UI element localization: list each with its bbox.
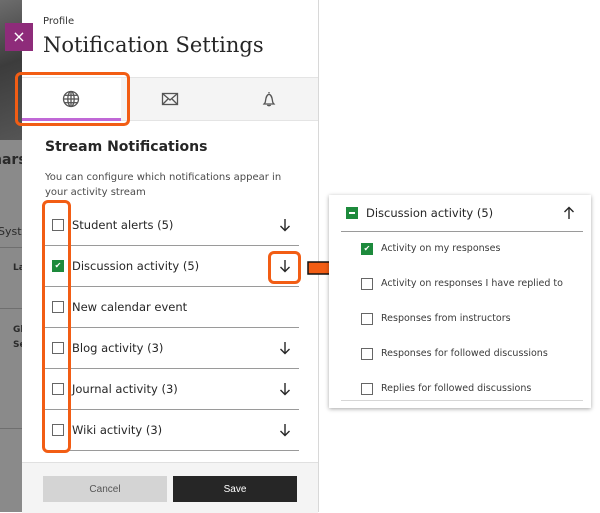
callout-title: Discussion activity (5): [366, 206, 494, 220]
breadcrumb[interactable]: Profile: [43, 16, 74, 27]
background-text: Se: [13, 340, 22, 350]
sub-option-row: Activity on my responses: [359, 231, 579, 266]
background-divider: [0, 428, 22, 429]
checkbox[interactable]: [52, 424, 64, 436]
section-title: Stream Notifications: [45, 139, 208, 155]
checkbox[interactable]: [361, 347, 373, 360]
sub-option-label: Responses for followed discussions: [381, 348, 548, 359]
checkbox[interactable]: [52, 219, 64, 231]
expand-button[interactable]: [275, 420, 295, 440]
sub-option-row: Responses for followed discussions: [359, 336, 579, 371]
tab-push[interactable]: [219, 78, 318, 120]
notification-row: Student alerts (5): [45, 205, 299, 246]
checkbox[interactable]: [52, 342, 64, 354]
background-divider: [0, 308, 22, 309]
notification-label: New calendar event: [72, 300, 188, 314]
close-button[interactable]: ×: [5, 23, 33, 51]
tab-email[interactable]: [121, 78, 220, 120]
expand-button[interactable]: [275, 379, 295, 399]
sub-option-label: Activity on my responses: [381, 243, 501, 254]
callout-options: Activity on my responses Activity on res…: [359, 231, 579, 406]
callout-divider: [341, 400, 583, 401]
sub-option-row: Responses from instructors: [359, 301, 579, 336]
collapse-button[interactable]: [559, 203, 579, 223]
notification-tabs: [22, 77, 318, 121]
notification-row: Blog activity (3): [45, 328, 299, 369]
background-text: Gl: [13, 325, 22, 335]
background-page: nars Syst La Gl Se: [0, 0, 22, 512]
checkbox[interactable]: [52, 260, 64, 272]
cancel-button[interactable]: Cancel: [43, 476, 167, 502]
arrow-down-icon: [280, 260, 290, 273]
sub-option-label: Replies for followed discussions: [381, 383, 532, 394]
callout-header: Discussion activity (5): [341, 195, 583, 232]
notification-label: Wiki activity (3): [72, 423, 163, 437]
checkbox[interactable]: [52, 301, 64, 313]
notification-label: Blog activity (3): [72, 341, 164, 355]
notification-row: New calendar event: [45, 287, 299, 328]
notification-label: Student alerts (5): [72, 218, 174, 232]
envelope-icon: [161, 92, 179, 106]
notification-row: Journal activity (3): [45, 369, 299, 410]
notification-label: Journal activity (3): [72, 382, 178, 396]
panel-footer: Cancel Save: [22, 462, 318, 513]
sub-option-label: Responses from instructors: [381, 313, 511, 324]
sub-option-label: Activity on responses I have replied to: [381, 278, 563, 289]
notification-label: Discussion activity (5): [72, 259, 200, 273]
checkbox[interactable]: [361, 277, 373, 290]
globe-icon: [63, 90, 80, 108]
checkbox-partial[interactable]: [346, 207, 358, 219]
background-text: Syst: [0, 225, 22, 238]
background-profile-photo: [0, 0, 22, 140]
background-text: La: [13, 263, 22, 273]
arrow-down-icon: [280, 219, 290, 232]
discussion-activity-callout: Discussion activity (5) Activity on my r…: [329, 195, 591, 408]
save-button[interactable]: Save: [173, 476, 297, 502]
arrow-down-icon: [280, 383, 290, 396]
close-icon: ×: [12, 27, 26, 46]
section-description: You can configure which notifications ap…: [45, 172, 282, 198]
checkbox[interactable]: [361, 382, 373, 395]
expand-button[interactable]: [275, 215, 295, 235]
background-divider: [0, 247, 22, 248]
checkbox[interactable]: [361, 242, 373, 255]
sub-option-row: Activity on responses I have replied to: [359, 266, 579, 301]
arrow-up-icon: [564, 206, 574, 219]
arrow-down-icon: [280, 424, 290, 437]
arrow-down-icon: [280, 342, 290, 355]
notification-row: Discussion activity (5): [45, 246, 299, 287]
bell-icon: [262, 92, 276, 107]
expand-button[interactable]: [275, 256, 295, 276]
expand-button[interactable]: [275, 338, 295, 358]
background-text: nars: [0, 152, 22, 168]
notification-row: Wiki activity (3): [45, 410, 299, 451]
notification-list: Student alerts (5) Discussion activity (…: [45, 205, 299, 451]
checkbox[interactable]: [52, 383, 64, 395]
tab-stream[interactable]: [22, 78, 121, 121]
page-title: Notification Settings: [43, 33, 264, 57]
checkbox[interactable]: [361, 312, 373, 325]
